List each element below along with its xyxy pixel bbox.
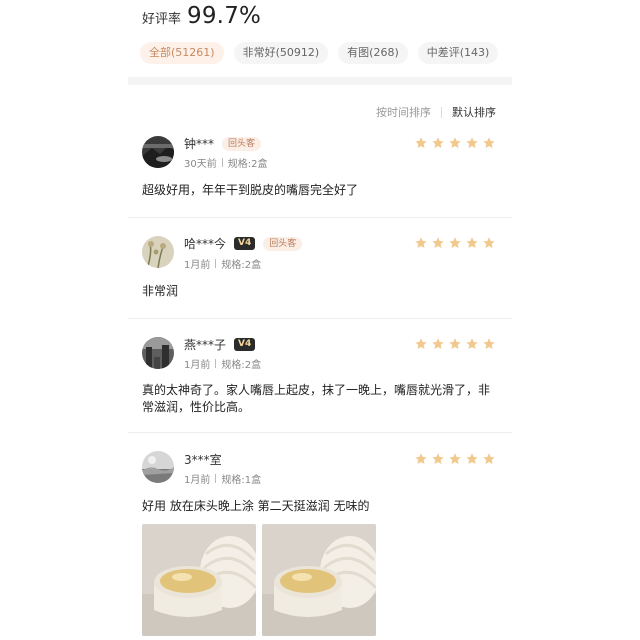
vip-level-badge: V4 [234, 338, 256, 351]
meta-separator [221, 158, 223, 167]
review-spec: 规格:2盒 [227, 159, 268, 170]
review-item: 哈***今 V4 回头客 1月前 规格:2盒 非常润 [128, 218, 512, 319]
review-meta: 1月前 规格:2盒 [184, 256, 261, 271]
star-icon [448, 337, 462, 351]
review-text: 好用 放在床头晚上涂 第二天挺滋润 无味的 [142, 499, 370, 513]
rating-summary: 好评率 99.7% [142, 3, 261, 29]
star-icon [482, 236, 496, 250]
review-spec: 规格:2盒 [221, 360, 262, 371]
lip-balm-jar-photo[interactable] [142, 524, 256, 636]
star-icon [465, 136, 479, 150]
lip-balm-jar-photo[interactable] [262, 524, 376, 636]
star-icon [431, 452, 445, 466]
star-icon [414, 136, 428, 150]
dark-landscape-avatar[interactable] [142, 136, 174, 168]
star-rating [411, 136, 496, 150]
star-icon [431, 136, 445, 150]
star-icon [482, 136, 496, 150]
review-time: 1月前 [184, 260, 211, 271]
filter-very-good[interactable]: 非常好(50912) [233, 42, 329, 64]
star-icon [465, 452, 479, 466]
rating-percent: 99.7% [187, 3, 262, 29]
review-meta: 1月前 规格:1盒 [184, 471, 261, 486]
review-item: 燕***子 V4 1月前 规格:2盒 真的太神奇了。家人嘴唇上起皮，抹了一晚上，… [128, 319, 512, 433]
rating-label: 好评率 [142, 12, 182, 27]
flower-avatar[interactable] [142, 236, 174, 268]
review-text: 非常润 [142, 284, 179, 298]
star-icon [448, 452, 462, 466]
sort-separator [441, 106, 442, 118]
sort-bar: 按时间排序 默认排序 [376, 104, 496, 120]
star-icon [448, 236, 462, 250]
review-time: 30天前 [184, 159, 217, 170]
star-icon [431, 236, 445, 250]
review-time: 1月前 [184, 360, 211, 371]
star-rating [411, 236, 496, 250]
review-text: 超级好用，年年干到脱皮的嘴唇完全好了 [142, 183, 359, 197]
vip-level-badge: V4 [234, 237, 256, 250]
star-icon [482, 452, 496, 466]
review-meta: 30天前 规格:2盒 [184, 155, 267, 170]
star-icon [414, 337, 428, 351]
review-user: 哈***今 V4 回头客 [184, 235, 303, 252]
star-icon [465, 337, 479, 351]
sort-default[interactable]: 默认排序 [452, 104, 496, 120]
review-user: 燕***子 V4 [184, 336, 256, 353]
meta-separator [215, 359, 217, 368]
star-icon [465, 236, 479, 250]
user-name[interactable]: 燕***子 [184, 336, 226, 353]
section-divider [128, 77, 512, 85]
repeat-customer-badge: 回头客 [263, 236, 303, 251]
star-rating [411, 337, 496, 351]
street-avatar[interactable] [142, 337, 174, 369]
sort-by-time[interactable]: 按时间排序 [376, 104, 431, 120]
review-item: 钟*** 回头客 30天前 规格:2盒 超级好用，年年干到脱皮的嘴唇完全好了 [128, 128, 512, 218]
sky-avatar[interactable] [142, 451, 174, 483]
filter-with-photos[interactable]: 有图(268) [338, 42, 408, 64]
review-item: 3***室 1月前 规格:1盒 好用 放在床头晚上涂 第二天挺滋润 无味的 [128, 433, 512, 640]
user-name[interactable]: 哈***今 [184, 235, 226, 252]
repeat-customer-badge: 回头客 [222, 136, 262, 151]
user-name[interactable]: 3***室 [184, 451, 222, 468]
review-time: 1月前 [184, 475, 211, 486]
review-user: 3***室 [184, 451, 222, 468]
review-text: 真的太神奇了。家人嘴唇上起皮，抹了一晚上，嘴唇就光滑了，非常滋润，性价比高。 [142, 383, 491, 414]
meta-separator [215, 259, 217, 268]
review-spec: 规格:2盒 [221, 260, 262, 271]
reviews-page: 好评率 99.7% 全部(51261) 非常好(50912) 有图(268) 中… [128, 0, 512, 640]
review-spec: 规格:1盒 [221, 475, 262, 486]
star-icon [448, 136, 462, 150]
star-icon [482, 337, 496, 351]
star-icon [414, 452, 428, 466]
star-icon [414, 236, 428, 250]
review-meta: 1月前 规格:2盒 [184, 356, 261, 371]
filter-medium-bad[interactable]: 中差评(143) [417, 42, 499, 64]
meta-separator [215, 474, 217, 483]
filter-all[interactable]: 全部(51261) [140, 42, 224, 64]
user-name[interactable]: 钟*** [184, 135, 214, 152]
review-user: 钟*** 回头客 [184, 135, 262, 152]
star-icon [431, 337, 445, 351]
star-rating [411, 452, 496, 466]
filter-tabs: 全部(51261) 非常好(50912) 有图(268) 中差评(143) [140, 42, 508, 64]
